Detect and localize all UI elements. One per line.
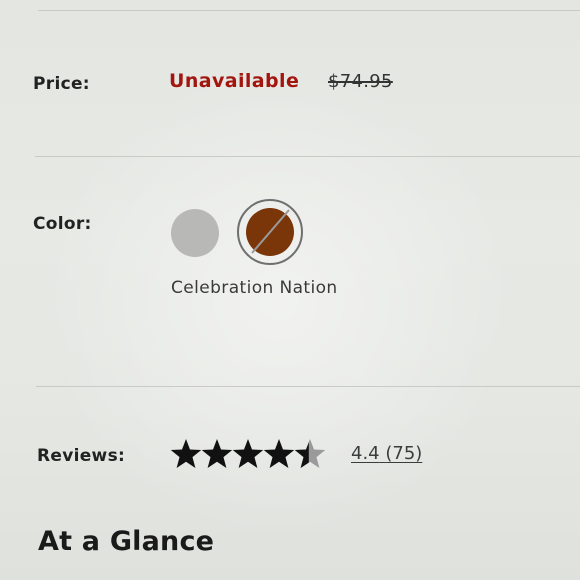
selected-color-name: Celebration Nation <box>171 278 338 298</box>
original-price: $74.95 <box>328 71 393 92</box>
star-icon <box>170 439 202 468</box>
at-a-glance-heading: At a Glance <box>38 526 215 557</box>
price-divider <box>35 156 580 157</box>
top-divider <box>38 10 580 11</box>
star-icon <box>263 439 295 468</box>
review-count: (75) <box>385 443 423 464</box>
price-label: Price: <box>33 74 90 94</box>
reviews-link[interactable]: 4.4 (75) <box>351 443 422 464</box>
star-icon <box>232 439 264 468</box>
star-icon <box>201 439 233 468</box>
rating-value: 4.4 <box>351 443 380 464</box>
color-divider <box>36 386 580 387</box>
star-rating <box>170 439 326 468</box>
unavailable-swatch-icon <box>246 208 294 256</box>
color-swatch-celebration-nation[interactable] <box>237 199 303 265</box>
price-status: Unavailable <box>169 70 300 92</box>
color-swatch-gray[interactable] <box>171 209 219 257</box>
reviews-label: Reviews: <box>37 446 126 466</box>
color-label: Color: <box>33 214 92 234</box>
